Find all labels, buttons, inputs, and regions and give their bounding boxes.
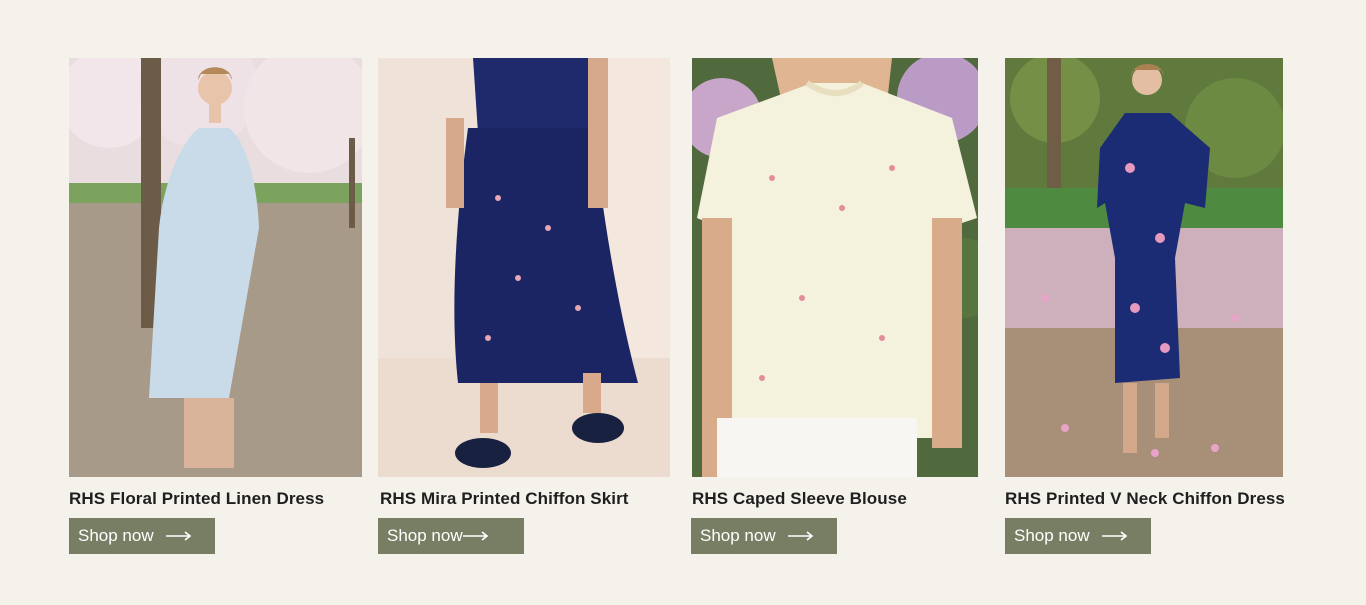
product-image-mira-chiffon-skirt[interactable] (378, 58, 670, 477)
shop-now-button[interactable]: Shop now (378, 518, 524, 554)
right-arrow-icon (1101, 531, 1128, 541)
product-card: RHS Printed V Neck Chiffon Dress Shop no… (1005, 58, 1285, 554)
product-image-caped-sleeve-blouse[interactable] (692, 58, 978, 477)
right-arrow-icon (462, 531, 489, 541)
product-title[interactable]: RHS Floral Printed Linen Dress (69, 489, 324, 509)
right-arrow-icon (787, 531, 814, 541)
shop-now-button[interactable]: Shop now (691, 518, 837, 554)
right-arrow-icon (165, 531, 192, 541)
product-card: RHS Caped Sleeve Blouse Shop now (691, 58, 978, 554)
shop-now-label: Shop now (78, 526, 154, 545)
shop-now-label: Shop now (1014, 526, 1090, 545)
product-card: RHS Mira Printed Chiffon Skirt Shop now (378, 58, 670, 554)
product-image-v-neck-chiffon-dress[interactable] (1005, 58, 1283, 477)
product-image-floral-linen-dress[interactable] (69, 58, 362, 477)
shop-now-label: Shop now (387, 526, 463, 545)
product-title[interactable]: RHS Mira Printed Chiffon Skirt (380, 489, 629, 509)
shop-now-button[interactable]: Shop now (69, 518, 215, 554)
shop-now-button[interactable]: Shop now (1005, 518, 1151, 554)
shop-now-label: Shop now (700, 526, 776, 545)
product-title[interactable]: RHS Printed V Neck Chiffon Dress (1005, 489, 1285, 509)
product-title[interactable]: RHS Caped Sleeve Blouse (692, 489, 907, 509)
product-card: RHS Floral Printed Linen Dress Shop now (69, 58, 362, 554)
